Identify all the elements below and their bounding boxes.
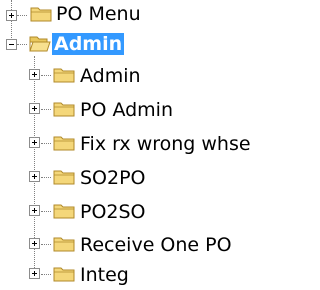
expand-toggle[interactable] [29, 69, 40, 80]
expand-toggle[interactable] [29, 268, 40, 279]
tree-view: PO Menu Admin Admin PO Admin Fix rx wron… [0, 0, 287, 290]
tree-node-label: Fix rx wrong whse [80, 133, 251, 155]
tree-node-admin-root[interactable]: Admin [0, 32, 200, 58]
expand-toggle[interactable] [29, 103, 40, 114]
open-folder-icon [29, 36, 51, 52]
tree-node-label: PO Menu [56, 3, 141, 25]
expand-toggle[interactable] [29, 137, 40, 148]
folder-icon [53, 136, 75, 151]
tree-node-po-admin[interactable]: PO Admin [0, 97, 260, 123]
expand-toggle[interactable] [29, 238, 40, 249]
expand-toggle[interactable] [6, 10, 17, 21]
expand-toggle[interactable] [29, 205, 40, 216]
tree-node-admin[interactable]: Admin [0, 63, 260, 89]
expand-toggle[interactable] [29, 171, 40, 182]
tree-connector [17, 15, 27, 16]
folder-icon [53, 68, 75, 83]
tree-node-label: PO2SO [80, 201, 146, 223]
folder-icon [53, 237, 75, 252]
tree-node-po2so[interactable]: PO2SO [0, 199, 260, 225]
folder-icon [53, 102, 75, 117]
tree-node-label: SO2PO [80, 167, 146, 189]
tree-node-label: Admin [80, 65, 141, 87]
folder-icon [30, 7, 52, 22]
tree-node-fix-rx-wrong-whse[interactable]: Fix rx wrong whse [0, 131, 287, 157]
tree-node-receive-one-po[interactable]: Receive One PO [0, 232, 280, 258]
folder-icon [53, 267, 75, 282]
tree-node-so2po[interactable]: SO2PO [0, 165, 260, 191]
tree-node-label: PO Admin [80, 99, 174, 121]
folder-icon [53, 170, 75, 185]
tree-node-integ[interactable]: Integ [0, 262, 260, 288]
folder-icon [53, 204, 75, 219]
tree-node-label: Integ [80, 264, 129, 286]
tree-node-po-menu[interactable]: PO Menu [0, 0, 200, 25]
tree-node-label-selected: Admin [52, 33, 125, 55]
collapse-toggle[interactable] [6, 39, 17, 50]
tree-node-label: Receive One PO [80, 234, 232, 256]
